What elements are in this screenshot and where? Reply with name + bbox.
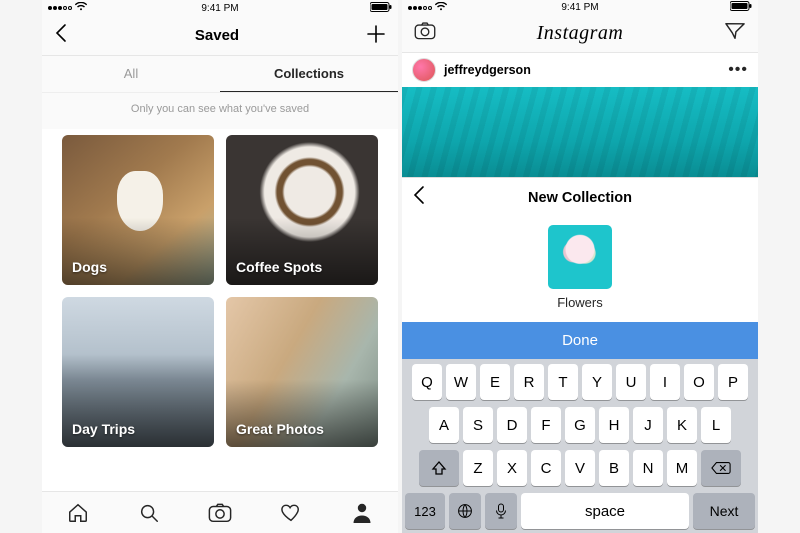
tabs-row: All Collections [42,56,398,93]
collection-name-input[interactable] [520,295,640,310]
key-m[interactable]: M [667,450,697,486]
key-f[interactable]: F [531,407,561,443]
sheet-body [402,217,758,322]
key-d[interactable]: D [497,407,527,443]
tab-collections[interactable]: Collections [220,56,398,92]
key-r[interactable]: R [514,364,544,400]
key-b[interactable]: B [599,450,629,486]
username-label: jeffreydgerson [444,63,720,77]
key-e[interactable]: E [480,364,510,400]
phone-new-collection: 9:41 PM Instagram jeffreydgerson ••• New… [402,0,758,533]
backspace-icon [711,461,731,475]
key-j[interactable]: J [633,407,663,443]
status-bar: 9:41 PM [42,0,398,16]
signal-dots-icon [408,6,432,10]
profile-icon [352,502,372,524]
shift-icon [431,460,447,476]
key-t[interactable]: T [548,364,578,400]
key-l[interactable]: L [701,407,731,443]
globe-key[interactable] [449,493,481,529]
key-x[interactable]: X [497,450,527,486]
collection-label: Coffee Spots [236,259,322,275]
keyboard-row-3: Z X C V B N M [405,450,755,486]
collection-tile[interactable]: Coffee Spots [226,135,378,285]
key-h[interactable]: H [599,407,629,443]
more-options-icon[interactable]: ••• [728,61,748,79]
keyboard-row-4: 123 space Next [405,493,755,529]
camera-button[interactable] [414,21,436,46]
status-time: 9:41 PM [561,2,598,13]
status-bar: 9:41 PM [402,0,758,15]
key-p[interactable]: P [718,364,748,400]
key-a[interactable]: A [429,407,459,443]
key-g[interactable]: G [565,407,595,443]
camera-icon [208,502,232,524]
tab-activity[interactable] [256,492,327,533]
key-v[interactable]: V [565,450,595,486]
sheet-header: New Collection [402,177,758,217]
app-header: Instagram [402,15,758,53]
key-w[interactable]: W [446,364,476,400]
ios-keyboard: Q W E R T Y U I O P A S D F G H J K L Z [402,359,758,533]
sheet-title: New Collection [528,190,632,206]
backspace-key[interactable] [701,450,741,486]
key-k[interactable]: K [667,407,697,443]
tab-search[interactable] [113,492,184,533]
heart-icon [280,502,302,524]
tab-profile[interactable] [327,492,398,533]
key-c[interactable]: C [531,450,561,486]
key-z[interactable]: Z [463,450,493,486]
nav-bar: Saved [42,16,398,56]
dictation-key[interactable] [485,493,517,529]
search-icon [138,502,160,524]
collection-label: Great Photos [236,421,324,437]
battery-icon [370,2,392,15]
privacy-note: Only you can see what you've saved [42,93,398,129]
post-image[interactable] [402,87,758,178]
shift-key[interactable] [419,450,459,486]
avatar [412,58,436,82]
page-title: Saved [195,27,239,44]
status-time: 9:41 PM [201,3,238,14]
key-q[interactable]: Q [412,364,442,400]
key-o[interactable]: O [684,364,714,400]
back-chevron-icon[interactable] [54,23,68,49]
key-u[interactable]: U [616,364,646,400]
key-s[interactable]: S [463,407,493,443]
keyboard-row-2: A S D F G H J K L [405,407,755,443]
wifi-icon [75,2,87,14]
bottom-tab-bar [42,491,398,533]
add-collection-button[interactable] [366,20,386,51]
post-author-row[interactable]: jeffreydgerson ••• [402,53,758,87]
home-icon [67,502,89,524]
direct-messages-button[interactable] [724,21,746,46]
next-key[interactable]: Next [693,493,755,529]
collection-tile[interactable]: Dogs [62,135,214,285]
globe-icon [457,503,473,519]
tab-home[interactable] [42,492,113,533]
wifi-icon [435,2,447,14]
collection-tile[interactable]: Great Photos [226,297,378,447]
collection-label: Day Trips [72,421,135,437]
collections-grid: Dogs Coffee Spots Day Trips Great Photos [42,129,398,491]
phone-saved-collections: 9:41 PM Saved All Collections Only you c… [42,0,398,533]
collection-label: Dogs [72,259,107,275]
tab-camera[interactable] [184,492,255,533]
instagram-logo: Instagram [537,22,624,45]
battery-icon [730,1,752,14]
keyboard-row-1: Q W E R T Y U I O P [405,364,755,400]
key-i[interactable]: I [650,364,680,400]
numbers-key[interactable]: 123 [405,493,445,529]
keyboard-done-button[interactable]: Done [402,322,758,359]
collection-tile[interactable]: Day Trips [62,297,214,447]
tab-all[interactable]: All [42,56,220,92]
microphone-icon [495,503,507,519]
key-y[interactable]: Y [582,364,612,400]
sheet-back-chevron-icon[interactable] [412,185,426,211]
collection-cover-thumb[interactable] [548,225,612,289]
key-n[interactable]: N [633,450,663,486]
signal-dots-icon [48,6,72,10]
space-key[interactable]: space [521,493,689,529]
